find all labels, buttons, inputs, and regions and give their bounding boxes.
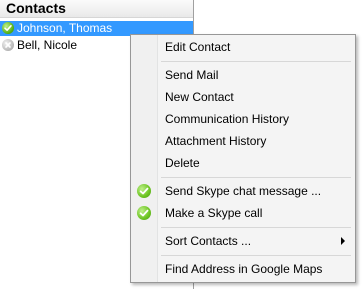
contact-name: Bell, Nicole xyxy=(17,38,78,52)
menu-item-send-mail[interactable]: Send Mail xyxy=(133,65,353,85)
contact-name: Johnson, Thomas xyxy=(17,21,113,35)
menu-item-label: Delete xyxy=(165,156,200,170)
menu-separator xyxy=(161,61,351,62)
submenu-arrow-icon xyxy=(341,237,345,245)
menu-item-communication-history[interactable]: Communication History xyxy=(133,109,353,129)
skype-icon xyxy=(137,206,151,220)
menu-item-label: Communication History xyxy=(165,112,290,126)
contacts-header: Contacts xyxy=(0,0,193,18)
status-offline-icon xyxy=(2,39,14,51)
menu-item-edit-contact[interactable]: Edit Contact xyxy=(133,37,353,57)
menu-item-find-address[interactable]: Find Address in Google Maps xyxy=(133,259,353,279)
skype-icon xyxy=(137,184,151,198)
context-menu: Edit Contact Send Mail New Contact Commu… xyxy=(130,34,356,283)
menu-item-label: Sort Contacts ... xyxy=(165,234,252,248)
menu-item-delete[interactable]: Delete xyxy=(133,153,353,173)
menu-item-label: Send Skype chat message ... xyxy=(165,184,322,198)
menu-item-label: Find Address in Google Maps xyxy=(165,262,323,276)
menu-item-attachment-history[interactable]: Attachment History xyxy=(133,131,353,151)
menu-item-label: New Contact xyxy=(165,90,234,104)
menu-item-label: Send Mail xyxy=(165,68,219,82)
menu-item-label: Attachment History xyxy=(165,134,267,148)
contacts-title: Contacts xyxy=(6,0,66,16)
menu-item-label: Edit Contact xyxy=(165,40,231,54)
status-online-icon xyxy=(2,22,14,34)
menu-item-label: Make a Skype call xyxy=(165,206,263,220)
menu-separator xyxy=(161,255,351,256)
menu-item-send-skype-chat[interactable]: Send Skype chat message ... xyxy=(133,181,353,201)
menu-item-make-skype-call[interactable]: Make a Skype call xyxy=(133,203,353,223)
menu-item-sort-contacts[interactable]: Sort Contacts ... xyxy=(133,231,353,251)
menu-item-new-contact[interactable]: New Contact xyxy=(133,87,353,107)
menu-separator xyxy=(161,177,351,178)
menu-separator xyxy=(161,227,351,228)
